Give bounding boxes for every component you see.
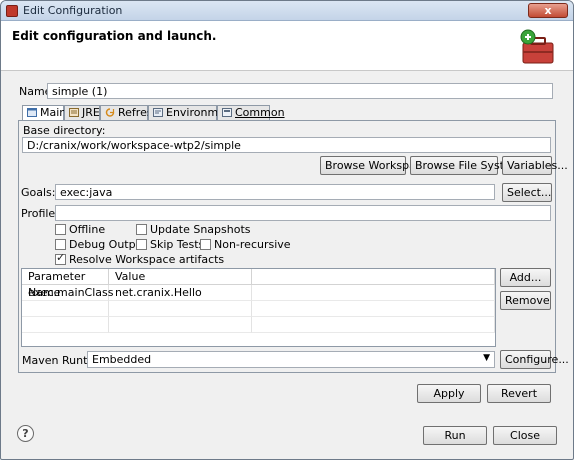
resolve-workspace-checkbox-box[interactable] bbox=[55, 251, 66, 265]
tab-jre[interactable]: JRE bbox=[64, 105, 100, 121]
dropdown-arrow-icon: ▼ bbox=[483, 353, 490, 363]
column-header-parameter-name[interactable]: Parameter Name bbox=[22, 269, 109, 299]
skip-tests-checkbox-box[interactable] bbox=[136, 239, 147, 250]
title-bar: Edit Configuration x bbox=[1, 1, 573, 21]
debug-output-checkbox-box[interactable] bbox=[55, 239, 66, 250]
resolve-workspace-label: Resolve Workspace artifacts bbox=[69, 253, 225, 266]
column-header-empty bbox=[252, 269, 495, 285]
tab-refresh[interactable]: Refresh bbox=[100, 105, 160, 121]
header-title: Edit configuration and launch. bbox=[12, 29, 217, 43]
tab-environment[interactable]: Environment bbox=[148, 105, 236, 121]
skip-tests-label: Skip Tests bbox=[150, 238, 205, 251]
variables-button[interactable]: Variables... bbox=[502, 156, 568, 175]
offline-checkbox-box[interactable] bbox=[55, 224, 66, 235]
non-recursive-label: Non-recursive bbox=[214, 238, 291, 251]
run-button[interactable]: Run bbox=[423, 426, 487, 445]
edit-configuration-window: Edit Configuration x Edit configuration … bbox=[0, 0, 574, 460]
select-goals-button[interactable]: Select... bbox=[502, 183, 552, 202]
table-row-empty bbox=[22, 301, 109, 317]
column-header-value[interactable]: Value bbox=[109, 269, 252, 285]
profiles-field[interactable] bbox=[55, 205, 551, 221]
tab-common-label: Common bbox=[235, 106, 285, 119]
jre-icon bbox=[69, 108, 79, 117]
common-icon bbox=[222, 108, 232, 117]
remove-parameter-button[interactable]: Remove bbox=[500, 291, 551, 310]
add-parameter-button[interactable]: Add... bbox=[500, 268, 551, 287]
apply-button[interactable]: Apply bbox=[417, 384, 481, 403]
environment-icon bbox=[153, 108, 163, 117]
goals-field[interactable]: exec:java bbox=[55, 184, 495, 200]
offline-checkbox[interactable]: Offline bbox=[55, 223, 105, 236]
revert-button[interactable]: Revert bbox=[487, 384, 551, 403]
table-row-empty bbox=[22, 317, 109, 333]
table-row-0-value[interactable]: net.cranix.Hello bbox=[109, 285, 252, 301]
main-icon bbox=[27, 108, 37, 117]
app-icon bbox=[6, 5, 18, 17]
configure-runtime-button[interactable]: Configure... bbox=[500, 350, 569, 369]
refresh-icon bbox=[105, 108, 115, 117]
toolbox-launch-icon bbox=[520, 29, 554, 64]
resolve-workspace-checkbox[interactable]: Resolve Workspace artifacts bbox=[55, 251, 225, 266]
update-snapshots-checkbox[interactable]: Update Snapshots bbox=[136, 223, 251, 236]
goals-label: Goals: bbox=[21, 186, 56, 199]
dialog-header: Edit configuration and launch. bbox=[1, 21, 573, 71]
debug-output-checkbox[interactable]: Debug Output bbox=[55, 238, 147, 251]
window-close-button[interactable]: x bbox=[528, 3, 568, 18]
table-row-empty bbox=[252, 301, 495, 317]
help-icon[interactable]: ? bbox=[17, 425, 34, 442]
tab-main-label: Main bbox=[40, 106, 67, 119]
base-directory-field[interactable]: D:/cranix/work/workspace-wtp2/simple bbox=[22, 137, 551, 153]
non-recursive-checkbox-box[interactable] bbox=[200, 239, 211, 250]
table-row-0-empty bbox=[252, 285, 495, 301]
table-row-empty bbox=[109, 317, 252, 333]
tab-common[interactable]: Common bbox=[217, 105, 285, 121]
maven-runtime-value: Embedded bbox=[92, 353, 152, 366]
close-button[interactable]: Close bbox=[493, 426, 557, 445]
update-snapshots-label: Update Snapshots bbox=[150, 223, 251, 236]
parameters-table[interactable]: Parameter Name Value exec.mainClass net.… bbox=[21, 268, 496, 347]
browse-file-system-button[interactable]: Browse File System... bbox=[410, 156, 532, 175]
table-row-0-name[interactable]: exec.mainClass bbox=[22, 285, 113, 301]
offline-label: Offline bbox=[69, 223, 106, 236]
tab-jre-label: JRE bbox=[82, 106, 100, 119]
update-snapshots-checkbox-box[interactable] bbox=[136, 224, 147, 235]
table-row-empty bbox=[109, 301, 252, 317]
browse-workspace-button[interactable]: Browse Workspace... bbox=[320, 156, 439, 175]
base-directory-label: Base directory: bbox=[23, 124, 106, 137]
non-recursive-checkbox[interactable]: Non-recursive bbox=[200, 238, 291, 251]
name-field[interactable]: simple (1) bbox=[47, 83, 553, 99]
window-title: Edit Configuration bbox=[23, 4, 123, 17]
table-row-empty bbox=[252, 317, 495, 333]
skip-tests-checkbox[interactable]: Skip Tests bbox=[136, 238, 204, 251]
maven-runtime-select[interactable]: Embedded ▼ bbox=[87, 351, 495, 368]
